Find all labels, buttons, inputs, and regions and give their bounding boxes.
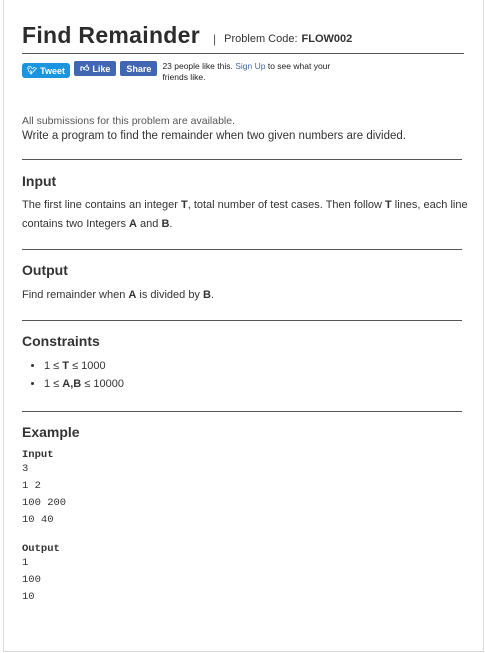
twitter-bird-icon: 🐦︎ — [27, 66, 38, 75]
section-divider — [22, 411, 462, 412]
page-title: Find Remainder — [22, 22, 201, 48]
example-input-label: Input — [22, 449, 54, 461]
problem-content: Find Remainder | Problem Code: FLOW002 🐦… — [22, 18, 472, 606]
facebook-like-text: 23 people like this. Sign Up to see what… — [162, 61, 357, 83]
problem-statement: Write a program to find the remainder wh… — [22, 130, 406, 142]
section-divider — [22, 249, 462, 250]
title-divider — [22, 53, 464, 54]
title-row: Find Remainder | Problem Code: FLOW002 — [22, 18, 472, 50]
like-button-label: Like — [92, 63, 111, 74]
input-heading: Input — [22, 173, 57, 189]
constraints-list: 1 ≤ T ≤ 1000 1 ≤ A,B ≤ 10000 — [22, 357, 472, 393]
title-separator: | — [213, 32, 217, 46]
example-input-block: 3 1 2 100 200 10 40 — [22, 463, 67, 526]
likes-count-text: 23 people like this. — [162, 61, 233, 71]
example-output-block: 1 100 10 — [22, 557, 41, 603]
section-divider — [22, 159, 462, 160]
tweet-button-label: Tweet — [40, 65, 65, 76]
thumbs-up-icon: 👍︎ — [80, 63, 90, 73]
problem-code-label: Problem Code: — [224, 33, 298, 45]
signup-link[interactable]: Sign Up — [235, 61, 265, 71]
social-bar: 🐦︎ Tweet 👍︎ Like Share 23 people like th… — [22, 61, 472, 83]
output-heading: Output — [22, 262, 68, 278]
output-description: Find remainder when A is divided by B. — [22, 289, 215, 301]
constraints-heading: Constraints — [22, 333, 100, 349]
constraint-item: 1 ≤ A,B ≤ 10000 — [44, 375, 472, 393]
facebook-share-button[interactable]: Share — [120, 61, 158, 76]
problem-code: FLOW002 — [301, 33, 353, 45]
share-button-label: Share — [126, 63, 152, 74]
facebook-like-button[interactable]: 👍︎ Like — [74, 61, 117, 76]
availability-note: All submissions for this problem are ava… — [22, 115, 236, 127]
example-heading: Example — [22, 424, 80, 440]
input-description: The first line contains an integer T, to… — [22, 199, 468, 230]
constraint-item: 1 ≤ T ≤ 1000 — [44, 357, 472, 375]
example-output-label: Output — [22, 543, 60, 555]
section-divider — [22, 320, 462, 321]
tweet-button[interactable]: 🐦︎ Tweet — [22, 63, 70, 78]
